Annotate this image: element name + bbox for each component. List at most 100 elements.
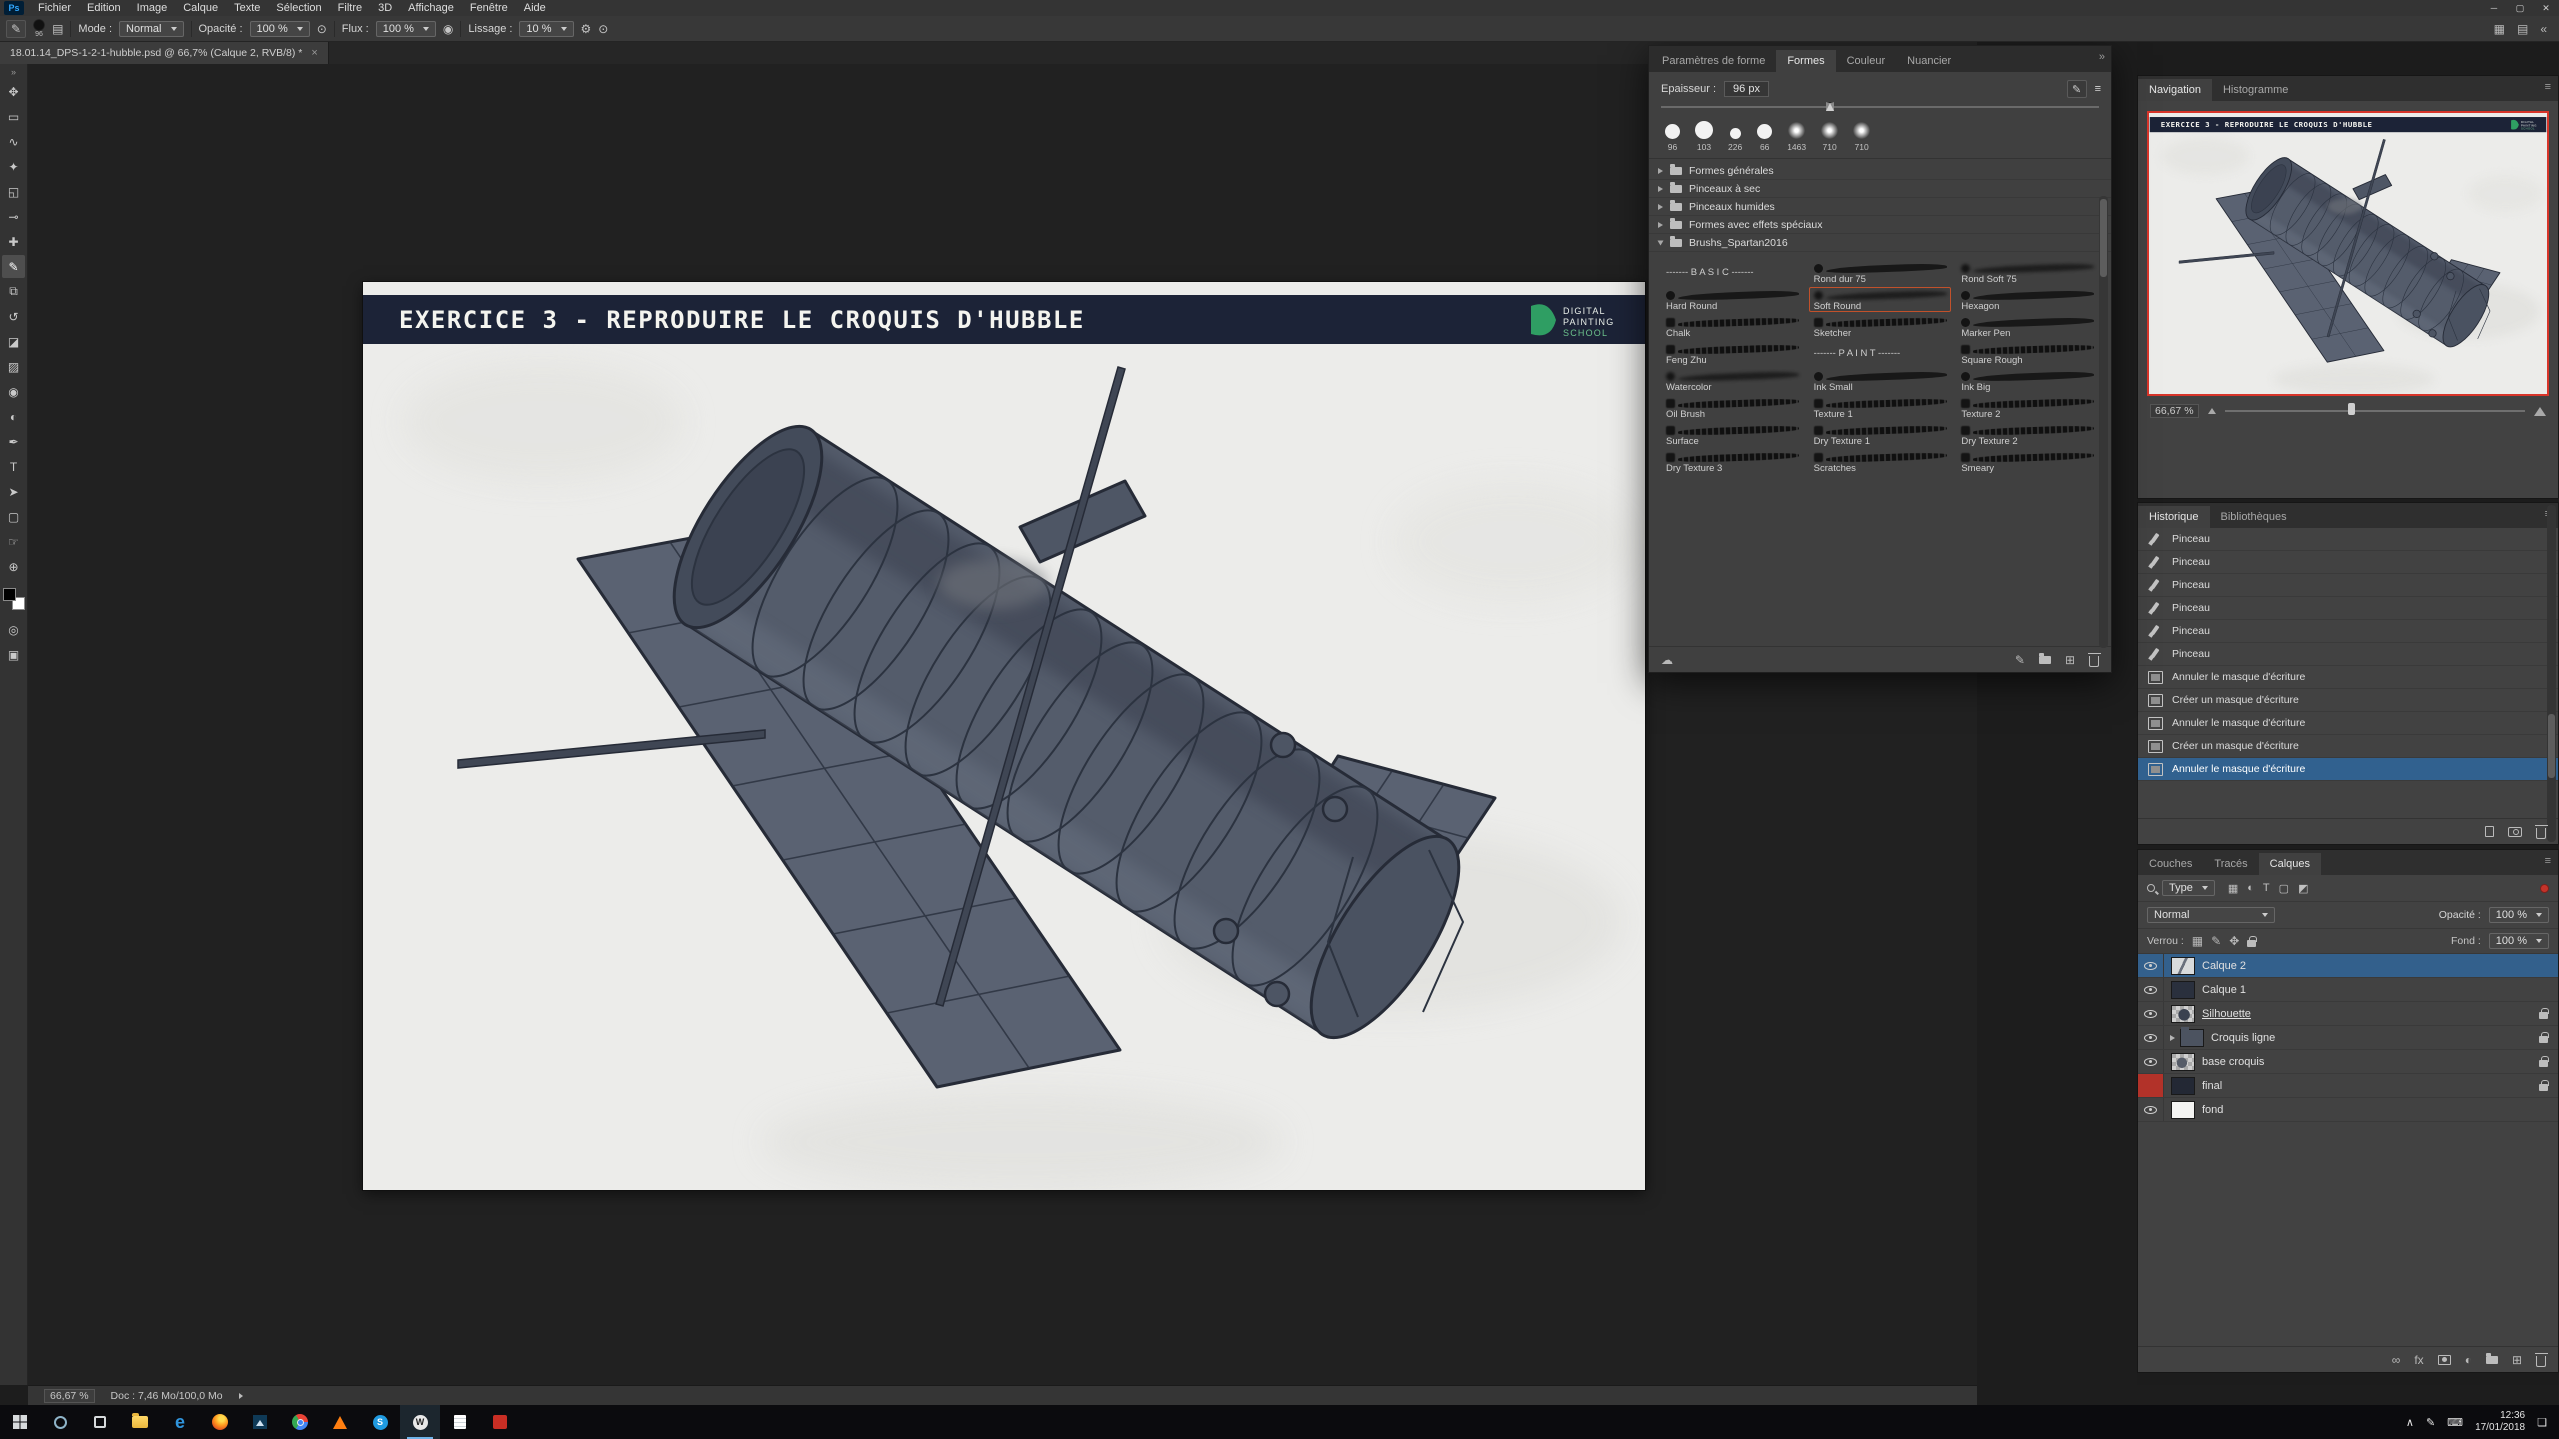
history-entry[interactable]: Annuler le masque d'écriture xyxy=(2138,666,2558,689)
brush-item[interactable]: Ink Big xyxy=(1956,368,2099,393)
history-entry[interactable]: Créer un masque d'écriture xyxy=(2138,689,2558,712)
pressure-opacity-icon[interactable]: ⊙ xyxy=(317,22,327,36)
brush-preset[interactable]: 226 xyxy=(1728,128,1742,152)
workspace-grid-icon[interactable]: ▦ xyxy=(2494,22,2505,36)
taskbar-app-button[interactable]: S xyxy=(360,1405,400,1439)
brush-folder[interactable]: Formes générales xyxy=(1649,162,2111,180)
zoom-in-icon[interactable] xyxy=(2534,407,2546,416)
minimize-button[interactable]: ─ xyxy=(2481,0,2507,16)
layer-thumbnail[interactable] xyxy=(2180,1029,2204,1047)
brushes-panel-tab[interactable]: Nuancier xyxy=(1896,50,1962,72)
canvas[interactable] xyxy=(363,282,1645,1190)
tool-button[interactable]: ▢ xyxy=(2,505,25,528)
brushes-panel-tab[interactable]: Paramètres de forme xyxy=(1651,50,1776,72)
footer-icon-button[interactable]: ⊞ xyxy=(2512,1353,2522,1367)
chevron-icon[interactable] xyxy=(1658,240,1664,245)
mode-select[interactable]: Normal xyxy=(119,21,183,37)
touch-keyboard-icon[interactable]: ⌨ xyxy=(2447,1416,2463,1429)
brush-item[interactable]: Watercolor xyxy=(1661,368,1804,393)
visibility-cell[interactable] xyxy=(2138,1050,2164,1073)
taskbar-app-button[interactable] xyxy=(440,1405,480,1439)
taskbar-app-button[interactable]: e xyxy=(160,1405,200,1439)
taskbar-app-button[interactable] xyxy=(280,1405,320,1439)
status-zoom-field[interactable]: 66,67 % xyxy=(44,1389,95,1403)
status-menu-arrow-icon[interactable] xyxy=(239,1393,243,1399)
chevron-icon[interactable] xyxy=(1658,186,1663,192)
layer-row[interactable]: final xyxy=(2138,1074,2558,1098)
footer-icon-button[interactable] xyxy=(2039,656,2051,664)
notification-center-icon[interactable]: ❏ xyxy=(2537,1416,2547,1429)
tool-button[interactable]: T xyxy=(2,455,25,478)
brush-item[interactable]: Scratches xyxy=(1809,449,1952,474)
brush-item[interactable]: Rond Soft 75 xyxy=(1956,260,2099,285)
menu-item[interactable]: Filtre xyxy=(330,2,370,14)
tool-button[interactable]: ✚ xyxy=(2,230,25,253)
tool-button[interactable]: ▭ xyxy=(2,105,25,128)
layer-row[interactable]: Silhouette xyxy=(2138,1002,2558,1026)
layer-name[interactable]: base croquis xyxy=(2202,1056,2264,1068)
panel-tab[interactable]: Calques xyxy=(2259,853,2321,875)
layer-thumbnail[interactable] xyxy=(2171,1005,2195,1023)
taskbar-app-button[interactable] xyxy=(320,1405,360,1439)
slider-thumb[interactable] xyxy=(2348,403,2355,415)
menu-item[interactable]: Aide xyxy=(516,2,554,14)
brush-item[interactable]: Dry Texture 1 xyxy=(1809,422,1952,447)
brush-item[interactable]: Texture 1 xyxy=(1809,395,1952,420)
foreground-color-swatch[interactable] xyxy=(3,588,16,601)
brush-item[interactable]: Oil Brush xyxy=(1661,395,1804,420)
history-entry[interactable]: Pinceau xyxy=(2138,597,2558,620)
tool-button[interactable]: ◪ xyxy=(2,330,25,353)
layer-name[interactable]: fond xyxy=(2202,1104,2223,1116)
lock-option-icon[interactable] xyxy=(2247,940,2256,947)
visibility-cell[interactable] xyxy=(2138,1002,2164,1025)
layer-thumbnail[interactable] xyxy=(2171,1053,2195,1071)
layer-name[interactable]: final xyxy=(2202,1080,2222,1092)
navigator-zoom-field[interactable]: 66,67 % xyxy=(2150,404,2199,418)
toggle-brush-panel-icon[interactable]: ▤ xyxy=(52,22,63,36)
brushes-panel-tab[interactable]: Formes xyxy=(1776,50,1835,72)
layer-row[interactable]: Calque 2 xyxy=(2138,954,2558,978)
flow-select[interactable]: 100 % xyxy=(376,21,436,37)
layer-filter-select[interactable]: Type xyxy=(2162,880,2215,896)
visibility-cell[interactable] xyxy=(2138,1074,2164,1097)
filter-icon[interactable]: ▢ xyxy=(2279,882,2289,895)
taskbar-app-button[interactable] xyxy=(0,1405,40,1439)
taskbar-clock[interactable]: 12:36 17/01/2018 xyxy=(2475,1410,2525,1434)
history-entry[interactable]: Annuler le masque d'écriture xyxy=(2138,712,2558,735)
filter-toggle-icon[interactable] xyxy=(2540,884,2549,893)
layer-name[interactable]: Calque 1 xyxy=(2202,984,2246,996)
tool-button[interactable]: ∿ xyxy=(2,130,25,153)
menu-item[interactable]: Edition xyxy=(79,2,129,14)
panel-menu-icon[interactable]: ≡ xyxy=(2095,83,2101,95)
tool-button[interactable]: ◐ xyxy=(2,405,25,428)
tool-button[interactable]: ⊸ xyxy=(2,205,25,228)
layer-thumbnail[interactable] xyxy=(2171,1077,2195,1095)
layer-thumbnail[interactable] xyxy=(2171,957,2195,975)
brush-item[interactable]: Marker Pen xyxy=(1956,314,2099,339)
blend-mode-select[interactable]: Normal xyxy=(2147,907,2275,923)
filter-icon[interactable]: ◩ xyxy=(2298,882,2308,895)
lock-option-icon[interactable]: ✎ xyxy=(2211,934,2221,948)
footer-icon-button[interactable]: ⊞ xyxy=(2065,653,2075,667)
taskbar-app-button[interactable] xyxy=(120,1405,160,1439)
tool-button[interactable]: ✎ xyxy=(2,255,25,278)
panel-collapse-icon[interactable]: » xyxy=(2099,51,2105,63)
pressure-size-icon[interactable]: ⊙ xyxy=(598,22,608,36)
brush-folder[interactable]: Pinceaux humides xyxy=(1649,198,2111,216)
brush-item[interactable]: Sketcher xyxy=(1809,314,1952,339)
history-entry[interactable]: Pinceau xyxy=(2138,551,2558,574)
brush-item[interactable]: Square Rough xyxy=(1956,341,2099,366)
brush-item[interactable]: Dry Texture 2 xyxy=(1956,422,2099,447)
size-value-field[interactable]: 96 px xyxy=(1724,81,1769,97)
panel-tab[interactable]: Historique xyxy=(2138,506,2210,528)
brush-folder[interactable]: Formes avec effets spéciaux xyxy=(1649,216,2111,234)
toolbar-collapse-icon[interactable]: » xyxy=(11,67,16,77)
lock-option-icon[interactable]: ▦ xyxy=(2192,934,2203,948)
filter-icon[interactable]: T xyxy=(2263,882,2270,895)
brush-preset[interactable]: 710 xyxy=(1853,122,1870,152)
filter-icon[interactable]: ▦ xyxy=(2228,882,2238,895)
tool-button[interactable]: ➤ xyxy=(2,480,25,503)
tool-button[interactable]: ◎ xyxy=(2,618,25,641)
brush-item[interactable]: Soft Round xyxy=(1809,287,1952,312)
brush-pressure-button[interactable]: ✎ xyxy=(2067,80,2087,98)
